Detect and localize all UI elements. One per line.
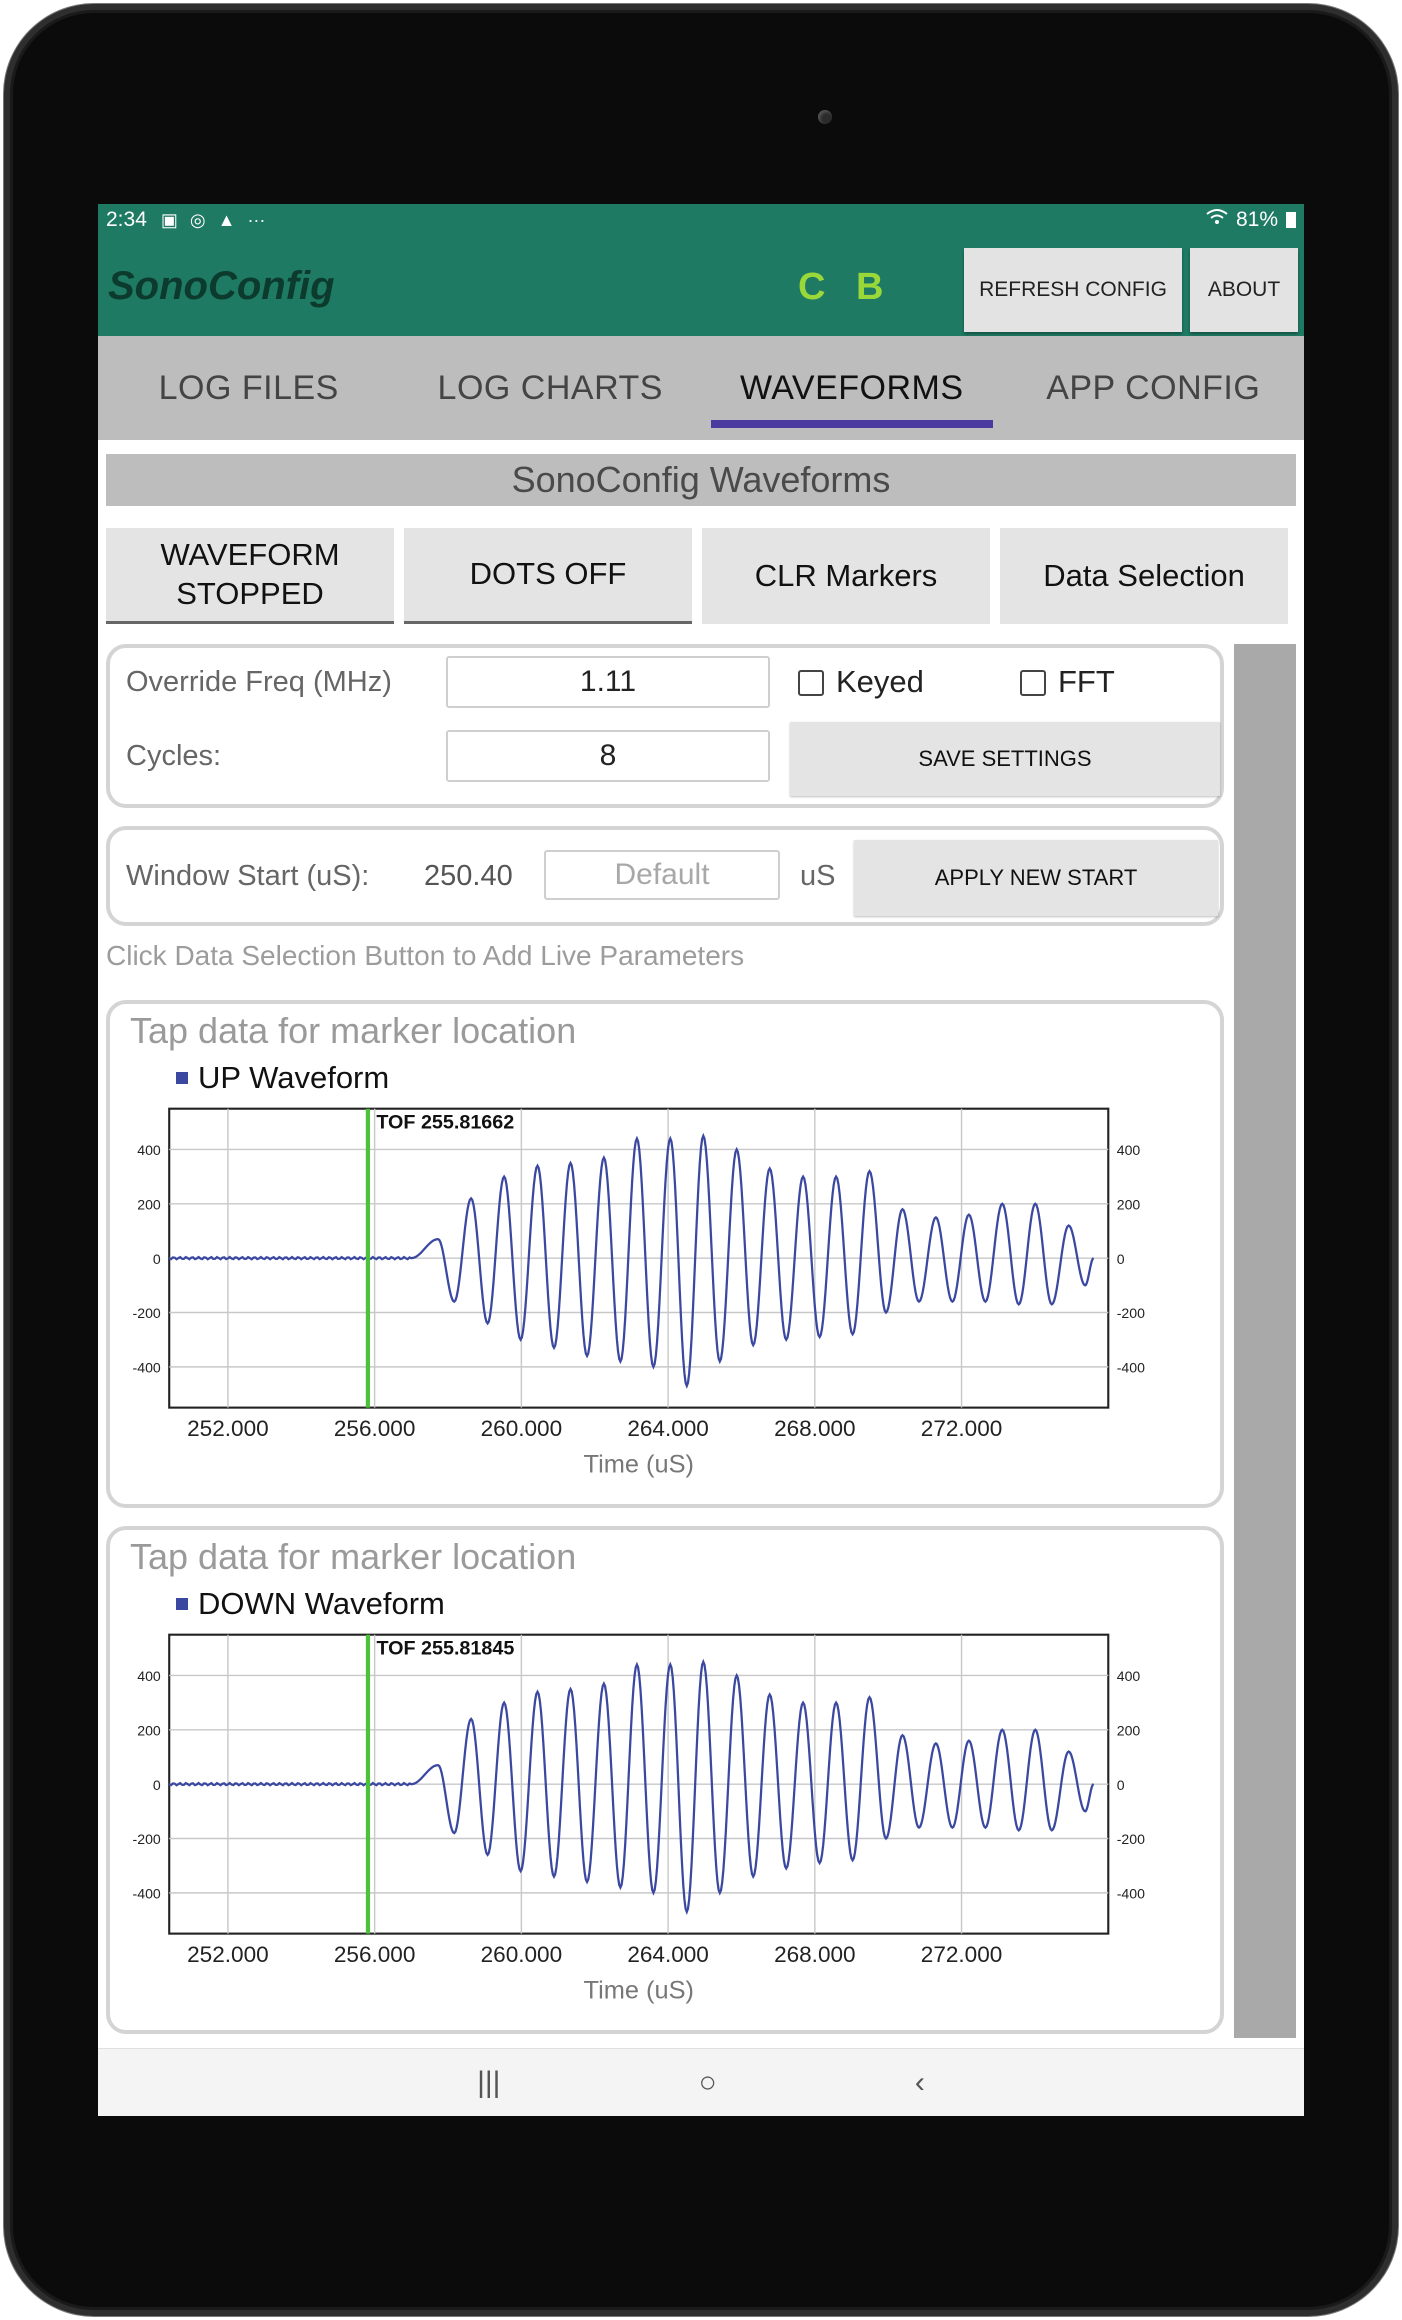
battery-level: 81% <box>1235 208 1278 231</box>
chart-group: 252.000 256.000 260.000 264.000 268.000 272.0… <box>133 1107 1145 1478</box>
override-freq-input[interactable]: 1.11 <box>446 656 770 708</box>
scrollbar[interactable] <box>1234 644 1296 2038</box>
warning-icon: ▲ <box>217 209 236 230</box>
sync-icon: ◎ <box>189 209 206 230</box>
y-tick-label-right: -400 <box>1117 1359 1145 1375</box>
down-waveform-card: Tap data for marker location DOWN Wavefo… <box>106 1526 1224 2034</box>
window-start-label: Window Start (uS): <box>126 860 370 892</box>
y-tick-label-right: 200 <box>1117 1196 1141 1212</box>
x-tick-label: 268.000 <box>774 1942 856 1967</box>
window-unit-label: uS <box>800 860 836 892</box>
y-tick-label-left: 400 <box>137 1142 161 1158</box>
wifi-icon <box>1206 208 1228 232</box>
status-time: 2:34 <box>106 208 147 231</box>
keyed-label: Keyed <box>836 664 924 699</box>
apply-new-start-button[interactable]: APPLY NEW START <box>854 840 1218 916</box>
fft-checkbox[interactable] <box>1020 670 1046 696</box>
y-tick-label-left: 0 <box>153 1251 161 1267</box>
tab-log-charts[interactable]: LOG CHARTS <box>400 336 702 440</box>
app-bar: SonoConfig C B REFRESH CONFIG ABOUT <box>98 236 1304 336</box>
clear-markers-button[interactable]: CLR Markers <box>702 528 990 624</box>
window-start-card: Window Start (uS): 250.40 Default uS APP… <box>106 826 1224 926</box>
screen: 2:34 ▣ ◎ ▲ ··· 81% SonoConfig C B REFRES… <box>98 204 1304 2116</box>
status-bar: 2:34 ▣ ◎ ▲ ··· 81% <box>98 204 1304 236</box>
system-nav-bar: ||| ○ ‹ <box>98 2048 1304 2116</box>
tab-waveforms[interactable]: WAVEFORMS <box>701 336 1003 440</box>
y-tick-label-left: 400 <box>137 1668 161 1684</box>
x-tick-label: 256.000 <box>334 1416 416 1441</box>
up-waveform-chart[interactable]: 252.000 256.000 260.000 264.000 268.000 272.0… <box>110 1004 1220 1504</box>
more-icon: ··· <box>247 209 266 230</box>
settings-card: Override Freq (MHz) 1.11 Keyed FFT Cycle… <box>106 644 1224 808</box>
chart-group: 252.000 256.000 260.000 264.000 268.000 272.0… <box>133 1633 1145 2004</box>
y-tick-label-right: -200 <box>1117 1305 1145 1321</box>
cycles-input[interactable]: 8 <box>446 730 770 782</box>
gallery-icon: ▣ <box>160 209 178 230</box>
x-tick-label: 256.000 <box>334 1942 416 1967</box>
y-tick-label-right: -200 <box>1117 1831 1145 1847</box>
battery-icon <box>1286 212 1296 228</box>
y-tick-label-left: -200 <box>133 1305 161 1321</box>
x-axis-label: Time (uS) <box>584 1450 694 1478</box>
tab-bar: LOG FILES LOG CHARTS WAVEFORMS APP CONFI… <box>98 336 1304 440</box>
y-tick-label-right: 0 <box>1117 1251 1125 1267</box>
home-button[interactable]: ○ <box>699 2066 717 2100</box>
x-axis-label: Time (uS) <box>584 1976 694 2004</box>
cycles-label: Cycles: <box>126 740 222 772</box>
window-start-input[interactable]: Default <box>544 850 780 900</box>
y-tick-label-right: 400 <box>1117 1142 1141 1158</box>
y-tick-label-left: -400 <box>133 1359 161 1375</box>
x-tick-label: 252.000 <box>187 1416 269 1441</box>
y-tick-label-left: -400 <box>133 1885 161 1901</box>
indicator-c: C <box>798 266 826 308</box>
y-tick-label-left: 0 <box>153 1777 161 1793</box>
waveform-stopped-button[interactable]: WAVEFORM STOPPED <box>106 528 394 624</box>
up-waveform-card: Tap data for marker location UP Waveform… <box>106 1000 1224 1508</box>
keyed-checkbox[interactable] <box>798 670 824 696</box>
y-tick-label-right: 200 <box>1117 1722 1141 1738</box>
fft-label: FFT <box>1058 664 1115 699</box>
x-tick-label: 272.000 <box>921 1416 1003 1441</box>
override-freq-label: Override Freq (MHz) <box>126 666 392 698</box>
y-tick-label-right: -400 <box>1117 1885 1145 1901</box>
x-tick-label: 264.000 <box>627 1942 709 1967</box>
refresh-config-button[interactable]: REFRESH CONFIG <box>964 248 1182 332</box>
about-button[interactable]: ABOUT <box>1190 248 1298 332</box>
dots-off-button[interactable]: DOTS OFF <box>404 528 692 624</box>
tof-label: TOF 255.81845 <box>376 1637 514 1659</box>
x-tick-label: 264.000 <box>627 1416 709 1441</box>
x-tick-label: 272.000 <box>921 1942 1003 1967</box>
tab-app-config[interactable]: APP CONFIG <box>1003 336 1305 440</box>
x-tick-label: 260.000 <box>481 1416 563 1441</box>
data-selection-button[interactable]: Data Selection <box>1000 528 1288 624</box>
x-tick-label: 260.000 <box>481 1942 563 1967</box>
y-tick-label-left: 200 <box>137 1722 161 1738</box>
save-settings-button[interactable]: SAVE SETTINGS <box>790 722 1220 796</box>
front-camera <box>818 110 832 124</box>
section-title: SonoConfig Waveforms <box>106 454 1296 506</box>
down-waveform-chart[interactable]: 252.000 256.000 260.000 264.000 268.000 272.0… <box>110 1530 1220 2030</box>
y-tick-label-left: -200 <box>133 1831 161 1847</box>
y-tick-label-right: 0 <box>1117 1777 1125 1793</box>
indicator-b: B <box>856 266 884 308</box>
tof-label: TOF 255.81662 <box>376 1111 514 1133</box>
recents-button[interactable]: ||| <box>477 2066 500 2100</box>
x-tick-label: 252.000 <box>187 1942 269 1967</box>
tab-log-files[interactable]: LOG FILES <box>98 336 400 440</box>
data-selection-hint: Click Data Selection Button to Add Live … <box>106 940 745 971</box>
y-tick-label-left: 200 <box>137 1196 161 1212</box>
back-button[interactable]: ‹ <box>915 2066 925 2100</box>
y-tick-label-right: 400 <box>1117 1668 1141 1684</box>
app-title: SonoConfig <box>108 264 335 308</box>
x-tick-label: 268.000 <box>774 1416 856 1441</box>
window-start-value: 250.40 <box>424 860 513 892</box>
waveforms-content: SonoConfig Waveforms WAVEFORM STOPPED DO… <box>98 440 1304 2116</box>
